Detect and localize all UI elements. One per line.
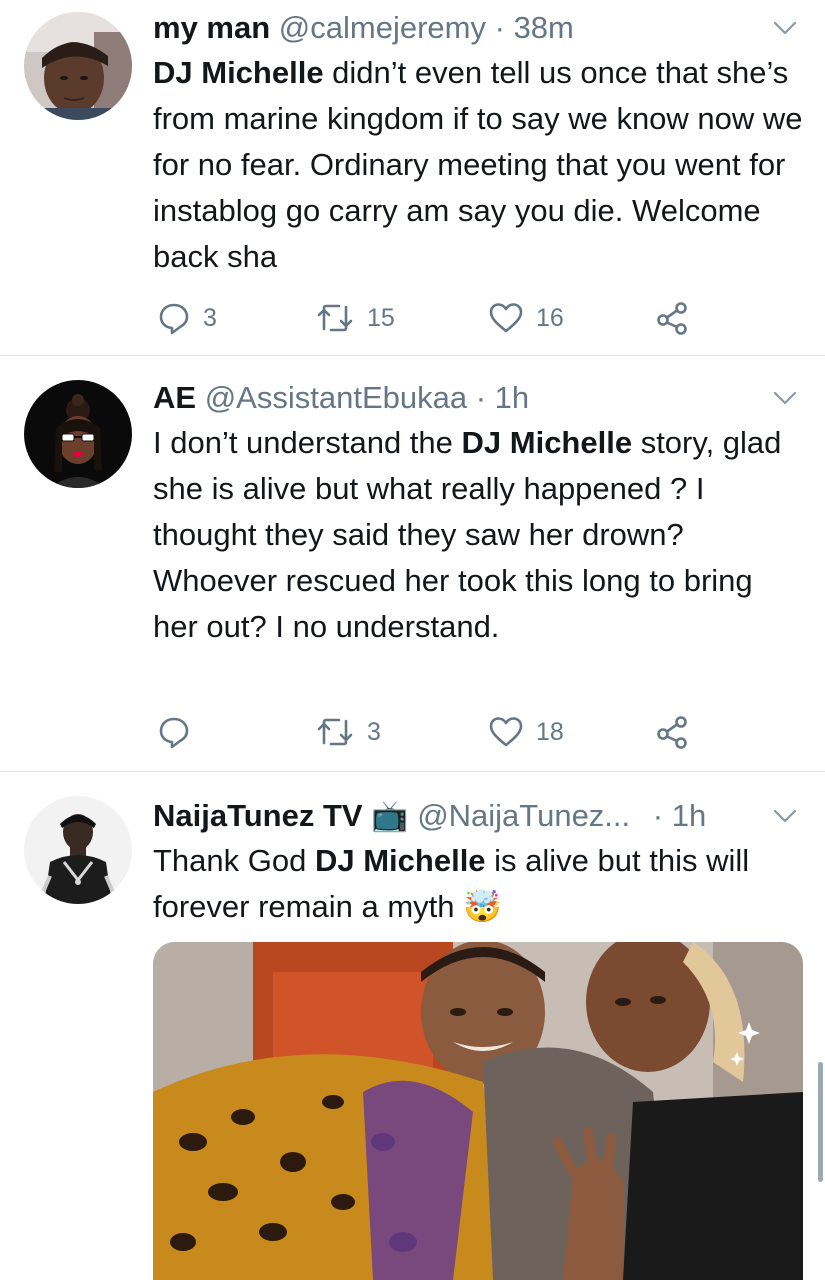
handle[interactable]: @calmejeremy [279, 10, 486, 45]
retweet-button[interactable]: 15 [315, 298, 395, 338]
bold-mention: DJ Michelle [314, 843, 486, 878]
tweet-text: DJ Michelle didn’t even tell us once tha… [153, 50, 803, 280]
timestamp[interactable]: 1h [495, 380, 529, 415]
reply-icon [159, 717, 189, 749]
separator: · [475, 380, 487, 415]
avatar-calmejeremy[interactable] [24, 12, 132, 120]
retweet-count: 15 [367, 303, 395, 332]
handle[interactable]: @NaijaTunez... [417, 798, 630, 833]
like-count: 18 [536, 717, 564, 746]
retweet-count: 3 [367, 717, 381, 746]
tweet-text: I don’t understand the DJ Michelle story… [153, 420, 803, 650]
share-button[interactable] [655, 712, 691, 752]
reply-count: 3 [203, 303, 217, 332]
tweet-2[interactable]: AE @AssistantEbukaa · 1h I don’t underst… [0, 356, 825, 771]
heart-icon [489, 717, 523, 747]
timestamp[interactable]: 1h [672, 798, 706, 833]
avatar-image [24, 380, 132, 488]
like-button[interactable]: 16 [488, 298, 564, 338]
chevron-down-icon[interactable] [772, 18, 798, 38]
chevron-down-icon[interactable] [772, 806, 798, 826]
separator: · [652, 798, 664, 833]
share-icon [657, 716, 687, 749]
text-segment: I don’t understand the [153, 425, 462, 460]
reply-icon [159, 303, 189, 335]
photo [153, 942, 803, 1280]
tweet-header: my man @calmejeremy · 38m [153, 8, 574, 48]
tweet-1[interactable]: my man @calmejeremy · 38m DJ Michelle di… [0, 0, 825, 355]
tweet-text: Thank God DJ Michelle is alive but this … [153, 838, 803, 930]
like-count: 16 [536, 303, 564, 332]
heart-icon [489, 303, 523, 333]
text-segment: Thank God [153, 843, 315, 878]
bold-mention: DJ Michelle [153, 55, 324, 90]
avatar-assistantebukaa[interactable] [24, 380, 132, 488]
like-button[interactable]: 18 [488, 712, 564, 752]
handle[interactable]: @AssistantEbukaa [205, 380, 467, 415]
avatar-naijatunez[interactable] [24, 796, 132, 904]
share-button[interactable] [655, 298, 691, 338]
tv-emoji: 📺 [371, 799, 409, 834]
avatar-image [24, 12, 132, 120]
retweet-icon [317, 718, 353, 746]
tweet-header: AE @AssistantEbukaa · 1h [153, 378, 529, 418]
scrollbar[interactable] [818, 1062, 823, 1182]
timestamp[interactable]: 38m [514, 10, 574, 45]
display-name[interactable]: my man [153, 10, 270, 45]
reply-button[interactable] [157, 712, 203, 752]
retweet-icon [317, 304, 353, 332]
display-name[interactable]: NaijaTunez TV [153, 798, 363, 833]
display-name[interactable]: AE [153, 380, 196, 415]
exploding-head-emoji: 🤯 [463, 889, 502, 925]
tweet-media-image[interactable] [153, 942, 803, 1280]
retweet-button[interactable]: 3 [315, 712, 381, 752]
tweet-header: NaijaTunez TV 📺 @NaijaTunez... · 1h [153, 796, 706, 837]
reply-button[interactable]: 3 [157, 298, 217, 338]
chevron-down-icon[interactable] [772, 388, 798, 408]
bold-mention: DJ Michelle [461, 425, 633, 460]
separator: · [494, 10, 505, 45]
avatar-image [24, 796, 132, 904]
share-icon [657, 302, 687, 335]
